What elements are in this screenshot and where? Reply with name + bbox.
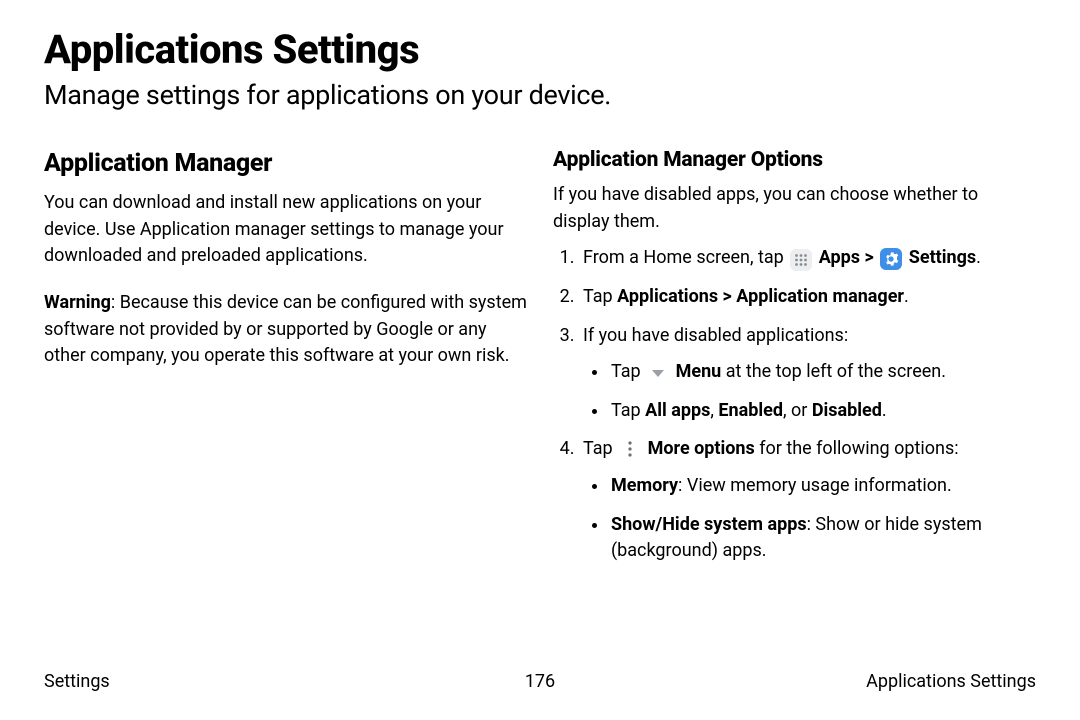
showhide-label: Show/Hide system apps (611, 514, 807, 535)
bullet-memory: Memory: View memory usage information. (609, 473, 1036, 500)
apps-label: Apps (814, 247, 860, 268)
step2-end: . (904, 286, 909, 307)
more-options-icon (619, 438, 641, 460)
step4-bullets: Memory: View memory usage information. S… (583, 473, 1036, 565)
bullet1-prefix: Tap (611, 361, 645, 382)
footer-page-number: 176 (44, 671, 1036, 692)
step4-rest: for the following options: (755, 438, 959, 459)
step-1: From a Home screen, tap Apps > Settings. (579, 245, 1036, 272)
page-subtitle: Manage settings for applications on your… (44, 79, 1036, 111)
step2-prefix: Tap (583, 286, 617, 307)
left-column: Application Manager You can download and… (44, 145, 527, 577)
comma-or: , or (783, 400, 812, 421)
bullet-showhide: Show/Hide system apps: Show or hide syst… (609, 512, 1036, 565)
step3-bullets: Tap Menu at the top left of the screen. … (583, 359, 1036, 424)
step-2: Tap Applications > Application manager. (579, 284, 1036, 311)
dropdown-triangle-icon (647, 362, 669, 384)
settings-gear-icon (880, 248, 902, 270)
step-4: Tap More options for the following optio… (579, 436, 1036, 565)
bullet-filter: Tap All apps, Enabled, or Disabled. (609, 398, 1036, 425)
memory-label: Memory (611, 475, 678, 496)
right-column: Application Manager Options If you have … (553, 145, 1036, 577)
two-column-layout: Application Manager You can download and… (44, 145, 1036, 577)
bullet2-end: . (882, 400, 887, 421)
memory-desc: : View memory usage information. (678, 475, 952, 496)
step1-end: . (976, 247, 981, 268)
bullet1-rest: at the top left of the screen. (721, 361, 946, 382)
menu-label: Menu (671, 361, 721, 382)
warning-label: Warning (44, 292, 111, 313)
app-manager-description: You can download and install new applica… (44, 190, 527, 270)
more-options-label: More options (643, 438, 755, 459)
steps-list: From a Home screen, tap Apps > Settings. (553, 245, 1036, 565)
enabled-label: Enabled (718, 400, 783, 421)
step2-path: Applications > Application manager (617, 286, 904, 307)
step-3: If you have disabled applications: Tap M… (579, 323, 1036, 425)
page-footer: Settings 176 Applications Settings (44, 671, 1036, 692)
step1-prefix: From a Home screen, tap (583, 247, 788, 268)
bullet2-prefix: Tap (611, 400, 645, 421)
breadcrumb-separator: > (860, 247, 878, 268)
all-apps-label: All apps (645, 400, 710, 421)
manual-page: Applications Settings Manage settings fo… (0, 0, 1080, 720)
warning-text: : Because this device can be configured … (44, 292, 527, 366)
section-heading-app-manager-options: Application Manager Options (553, 145, 1036, 176)
step3-text: If you have disabled applications: (583, 325, 848, 346)
disabled-label: Disabled (812, 400, 882, 421)
bullet-menu: Tap Menu at the top left of the screen. (609, 359, 1036, 386)
section-heading-app-manager: Application Manager (44, 145, 527, 182)
step4-prefix: Tap (583, 438, 617, 459)
settings-label: Settings (904, 247, 976, 268)
warning-paragraph: Warning: Because this device can be conf… (44, 290, 527, 370)
apps-grid-icon (790, 249, 812, 271)
options-intro: If you have disabled apps, you can choos… (553, 182, 1036, 235)
page-title: Applications Settings (44, 26, 1036, 73)
